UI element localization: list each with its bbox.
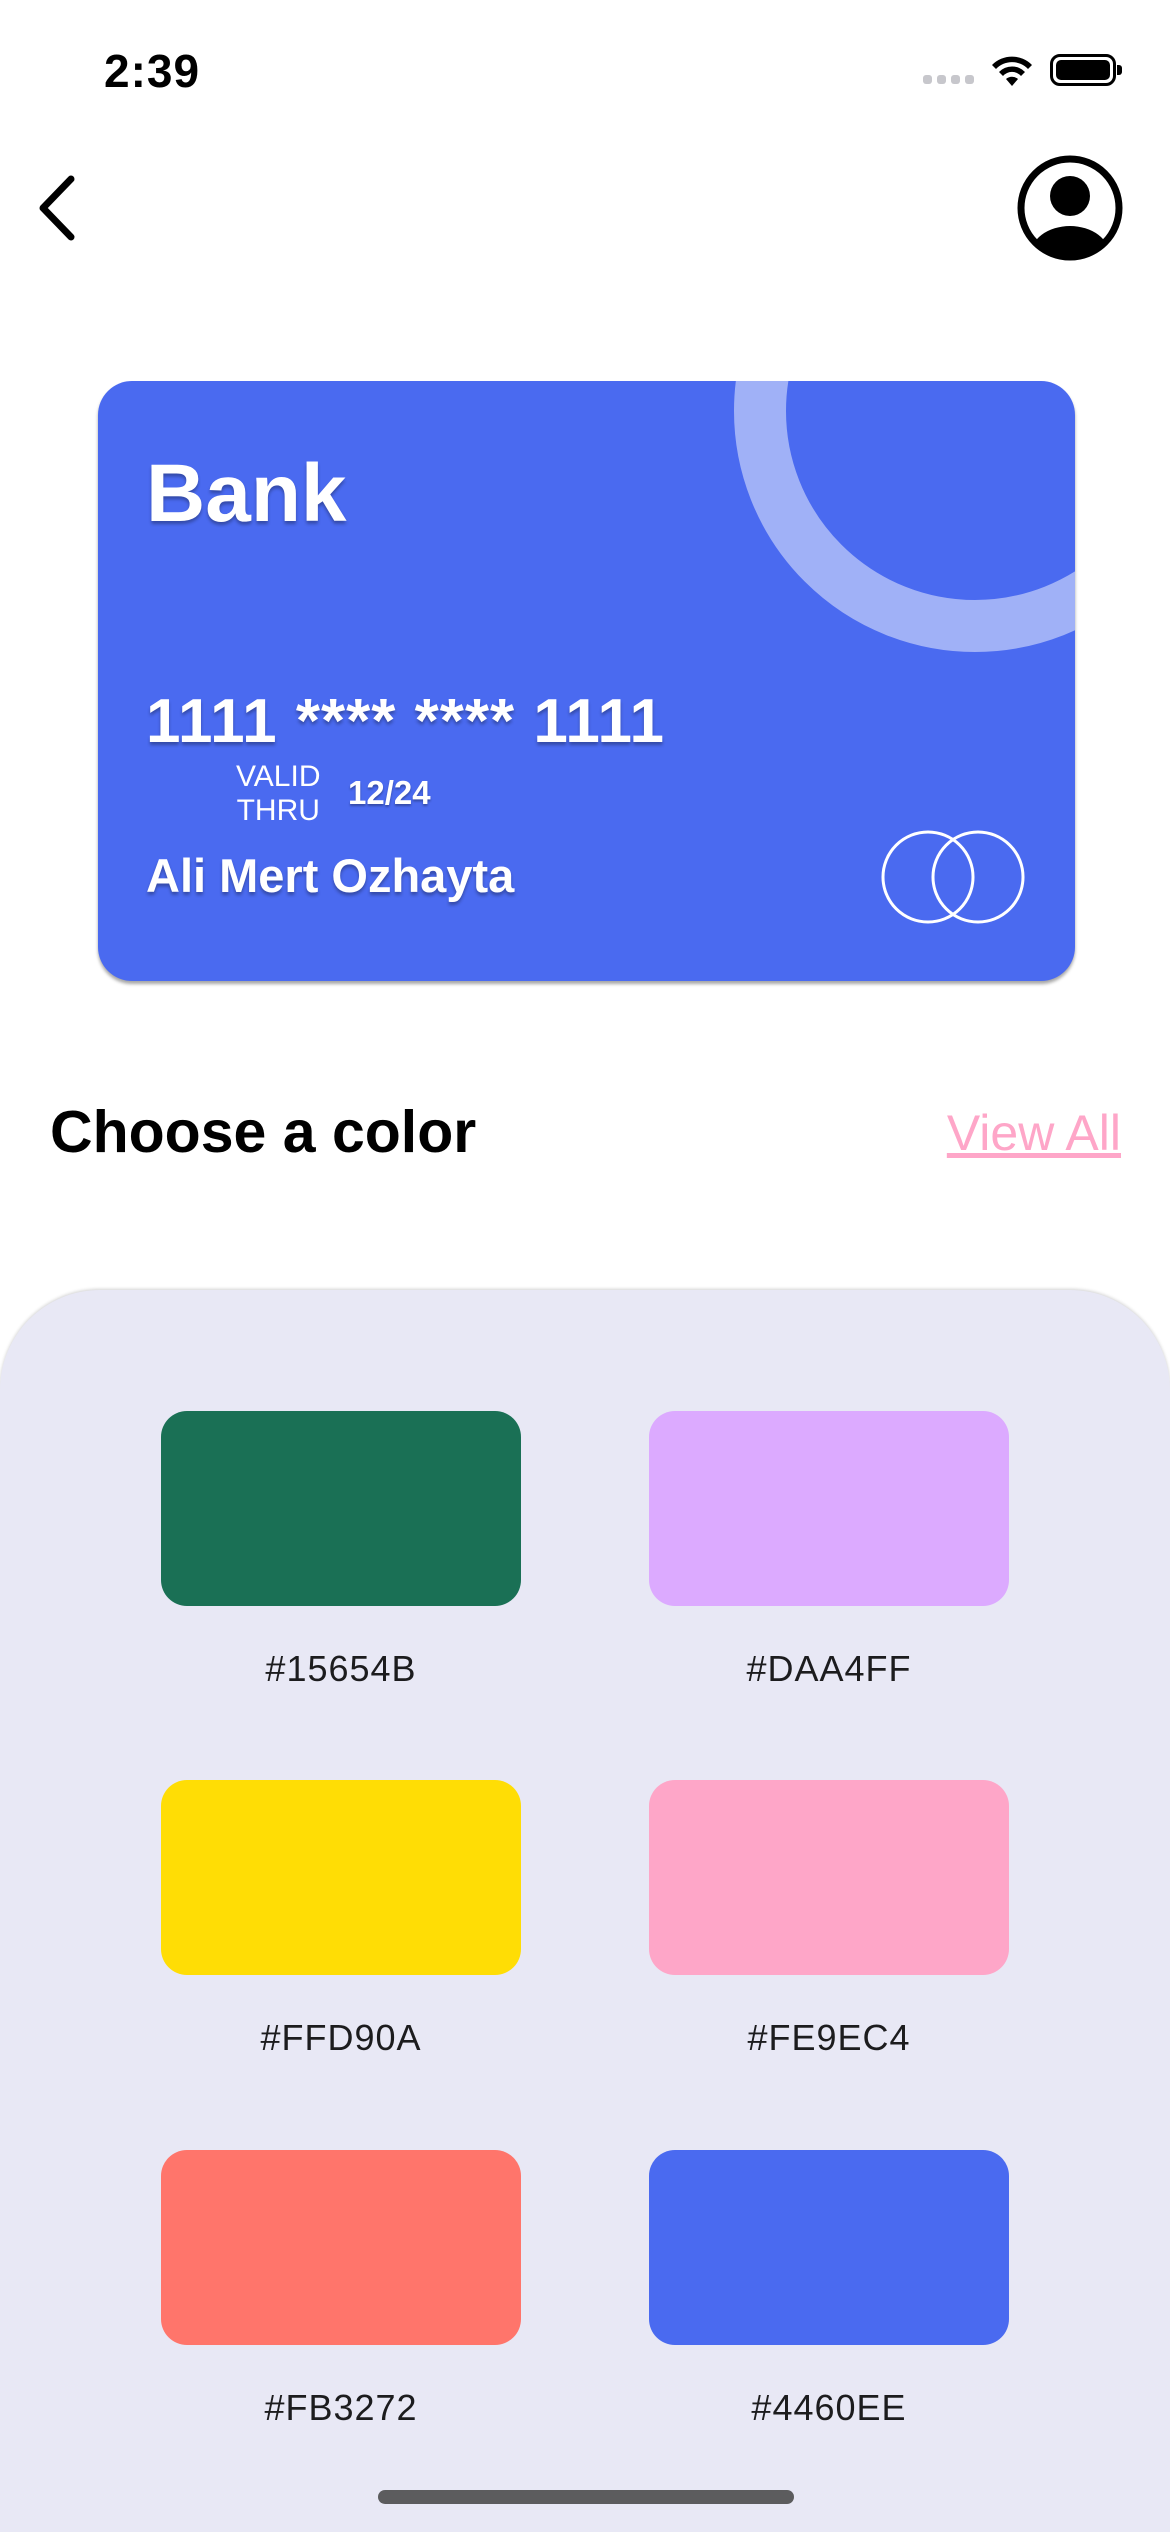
card-bank-name: Bank [146, 448, 347, 539]
status-indicators [923, 52, 1122, 88]
color-option[interactable]: #DAA4FF [649, 1411, 1009, 1691]
color-option[interactable]: #4460EE [649, 2150, 1009, 2430]
color-hex-label: #FFD90A [260, 2017, 422, 2058]
nav-bar [0, 140, 1170, 280]
cellular-signal-icon [923, 56, 974, 84]
color-hex-label: #15654B [265, 1648, 417, 1689]
color-hex-label: #4460EE [751, 2387, 907, 2428]
color-swatch[interactable] [161, 1780, 521, 1975]
card-number: 1111 **** **** 1111 [146, 687, 666, 756]
credit-card[interactable]: Bank 1111 **** **** 1111 VALID THRU 12/2… [98, 381, 1075, 981]
card-holder-name: Ali Mert Ozhayta [146, 849, 515, 902]
color-swatch[interactable] [649, 2150, 1009, 2345]
card-expiry-date: 12/24 [348, 774, 431, 811]
section-title: Choose a color [50, 1099, 477, 1165]
color-swatch[interactable] [649, 1780, 1009, 1975]
color-hex-label: #FE9EC4 [747, 2017, 911, 2058]
color-option[interactable]: #FE9EC4 [649, 1780, 1009, 2060]
color-swatch[interactable] [161, 1411, 521, 1606]
status-time: 2:39 [104, 45, 201, 97]
chevron-left-icon [39, 175, 75, 241]
color-option[interactable]: #FB3272 [161, 2150, 521, 2430]
card-network-logo-icon [881, 830, 1025, 924]
battery-icon [1050, 54, 1122, 86]
profile-icon[interactable] [1016, 154, 1124, 262]
view-all-link[interactable]: View All [947, 1104, 1121, 1162]
color-option[interactable]: #FFD90A [161, 1780, 521, 2060]
color-swatch[interactable] [161, 2150, 521, 2345]
status-bar: 2:39 [0, 0, 1170, 140]
home-indicator[interactable] [378, 2490, 794, 2504]
wifi-icon [992, 56, 1032, 86]
card-decoration-arc [734, 381, 1075, 652]
color-hex-label: #DAA4FF [746, 1648, 912, 1689]
color-swatch[interactable] [649, 1411, 1009, 1606]
card-valid-thru-label: VALID THRU [236, 760, 321, 827]
color-palette-panel: #15654B #DAA4FF #FFD90A #FE9EC4 #FB3272 … [0, 1290, 1170, 2532]
back-button[interactable] [18, 168, 98, 248]
color-hex-label: #FB3272 [264, 2387, 418, 2428]
color-option[interactable]: #15654B [161, 1411, 521, 1691]
